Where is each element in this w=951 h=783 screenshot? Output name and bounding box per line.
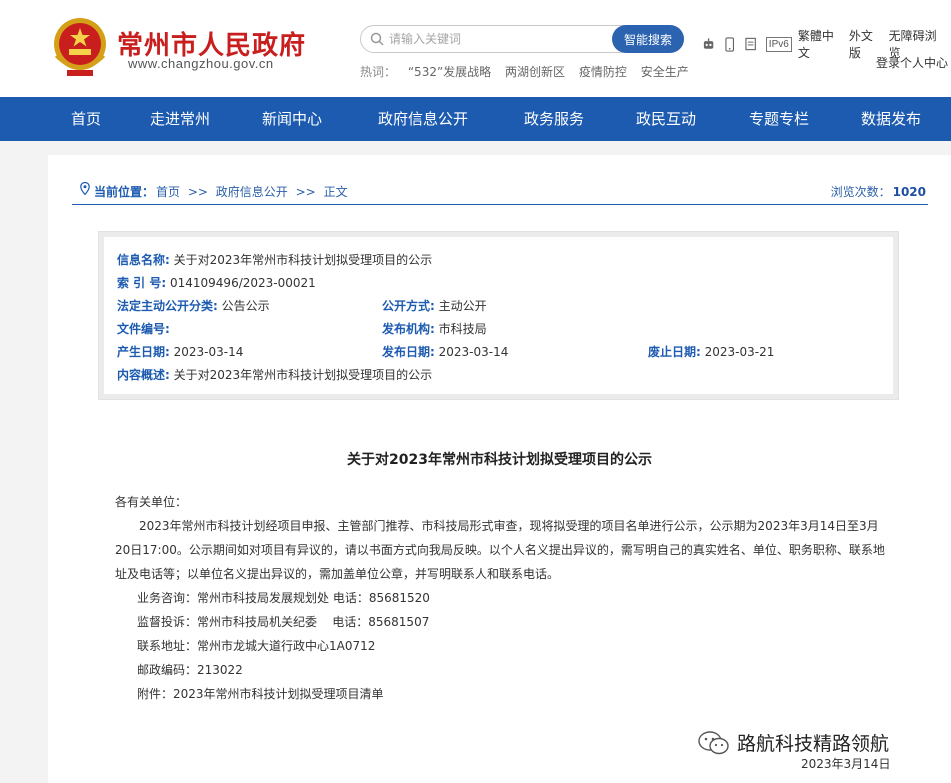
contact-consult: 业务咨询：常州市科技局发展规划处 电话：85681520 [137,591,430,605]
meta-key: 文件编号: [117,322,170,336]
attachment-link[interactable]: 附件：2023年常州市科技计划拟受理项目清单 [137,682,384,706]
meta-key: 废止日期: [648,345,701,359]
nav-item-topics[interactable]: 专题专栏 [739,97,819,141]
info-metadata-inner: 信息名称: 关于对2023年常州市科技计划拟受理项目的公示 索 引 号: 014… [104,237,893,394]
watermark-text: 路航科技精路领航 [737,733,890,755]
meta-row-category: 法定主动公开分类: 公告公示 [117,297,270,314]
meta-key: 发布日期: [382,345,435,359]
nav-item-about[interactable]: 走进常州 [140,97,220,141]
traditional-chinese-link[interactable]: 繁體中文 [798,27,843,61]
contact-address: 联系地址：常州市龙城大道行政中心1A0712 [137,639,376,653]
info-metadata-box: 信息名称: 关于对2023年常州市科技计划拟受理项目的公示 索 引 号: 014… [98,231,899,400]
document-icon[interactable] [744,37,756,51]
site-url: www.changzhou.gov.cn [128,56,274,71]
nav-item-news[interactable]: 新闻中心 [252,97,332,141]
meta-key: 发布机构: [382,322,435,336]
site-header: 常州市人民政府 www.changzhou.gov.cn 智能搜索 热词： “5… [0,0,951,97]
view-count-label: 浏览次数： [830,185,891,199]
nav-item-interaction[interactable]: 政民互动 [626,97,706,141]
contact-supervise: 监督投诉：常州市科技局机关纪委 电话：85681507 [137,615,430,629]
meta-key: 内容概述: [117,368,170,382]
meta-value: 2023-03-14 [173,345,244,359]
meta-value: 关于对2023年常州市科技计划拟受理项目的公示 [173,368,433,382]
meta-row-publisher: 发布机构: 市科技局 [382,320,487,337]
meta-row-docno: 文件编号: [117,320,170,337]
meta-value: 关于对2023年常州市科技计划拟受理项目的公示 [173,253,433,267]
meta-value: 014109496/2023-00021 [169,276,316,290]
breadcrumb: 当前位置： 首页 >> 政府信息公开 >> 正文 浏览次数： 1020 [72,181,928,205]
paragraph-line: 址及电话等；以单位名义提出异议的，需加盖单位公章，并写明联系人和联系电话。 [115,567,560,581]
article-paragraph: 2023年常州市科技计划经项目申报、主管部门推荐、市科技局形式审查，现将拟受理的… [115,514,885,586]
meta-row-info-name: 信息名称: 关于对2023年常州市科技计划拟受理项目的公示 [117,251,432,268]
search-button[interactable]: 智能搜索 [612,25,684,53]
view-count-value: 1020 [892,185,926,199]
breadcrumb-links: 首页 >> 政府信息公开 >> 正文 [156,183,352,200]
search-input[interactable] [389,29,611,49]
hot-word-link[interactable]: 疫情防控 [579,65,627,79]
mobile-icon[interactable] [725,36,735,52]
breadcrumb-gov-info-link[interactable]: 政府信息公开 [216,185,288,199]
contact-postcode: 邮政编码：213022 [137,663,243,677]
login-link[interactable]: 登录个人中心 [876,54,948,71]
hot-words-label: 热词： [360,65,397,79]
nav-items: 首页 走进常州 新闻中心 政府信息公开 政务服务 政民互动 专题专栏 数据发布 [0,97,951,141]
breadcrumb-separator: >> [187,185,208,199]
hot-word-link[interactable]: 两湖创新区 [505,65,565,79]
national-emblem-icon [54,18,106,76]
meta-row-index: 索 引 号: 014109496/2023-00021 [117,274,316,291]
breadcrumb-label: 当前位置： [94,185,155,199]
paragraph-line: 20日17:00。公示期间如对项目有异议的，请以书面方式向我局反映。以个人名义提… [115,543,885,557]
meta-row-released: 发布日期: 2023-03-14 [382,343,508,360]
wechat-icon [698,730,729,754]
nav-item-services[interactable]: 政务服务 [514,97,594,141]
nav-item-gov-info[interactable]: 政府信息公开 [370,97,476,141]
breadcrumb-current[interactable]: 正文 [324,185,348,199]
content-card: 当前位置： 首页 >> 政府信息公开 >> 正文 浏览次数： 1020 信息名称:… [48,155,951,783]
search-box: 智能搜索 [360,25,684,53]
article-title: 关于对2023年常州市科技计划拟受理项目的公示 [347,452,652,468]
meta-value: 市科技局 [438,322,487,336]
meta-key: 信息名称: [117,253,170,267]
meta-value: 主动公开 [438,299,487,313]
paragraph-line: 2023年常州市科技计划经项目申报、主管部门推荐、市科技局形式审查，现将拟受理的… [139,519,879,533]
meta-value: 2023-03-14 [438,345,509,359]
breadcrumb-separator: >> [295,185,316,199]
meta-key: 索 引 号: [117,276,167,290]
search-icon [370,32,384,46]
location-pin-icon [80,182,90,195]
nav-item-data[interactable]: 数据发布 [851,97,931,141]
meta-key: 公开方式: [382,299,435,313]
meta-value: 2023-03-21 [704,345,775,359]
watermark: 路航科技精路领航 [697,729,889,756]
view-count: 浏览次数： 1020 [831,183,926,200]
meta-row-created: 产生日期: 2023-03-14 [117,343,243,360]
meta-key: 法定主动公开分类: [117,299,218,313]
breadcrumb-home-link[interactable]: 首页 [156,185,180,199]
hot-word-link[interactable]: “532”发展战略 [408,65,491,79]
article-date: 2023年3月14日 [801,757,891,771]
meta-key: 产生日期: [117,345,170,359]
meta-row-summary: 内容概述: 关于对2023年常州市科技计划拟受理项目的公示 [117,366,432,383]
meta-row-method: 公开方式: 主动公开 [382,297,487,314]
ipv6-badge: IPv6 [765,36,792,52]
hot-word-link[interactable]: 安全生产 [641,65,689,79]
hot-words: 热词： “532”发展战略 两湖创新区 疫情防控 安全生产 [360,63,699,80]
meta-value: 公告公示 [221,299,270,313]
article-greeting: 各有关单位： [115,495,188,509]
robot-icon[interactable] [702,37,715,51]
nav-item-home[interactable]: 首页 [58,97,114,141]
meta-row-expire: 废止日期: 2023-03-21 [648,343,774,360]
